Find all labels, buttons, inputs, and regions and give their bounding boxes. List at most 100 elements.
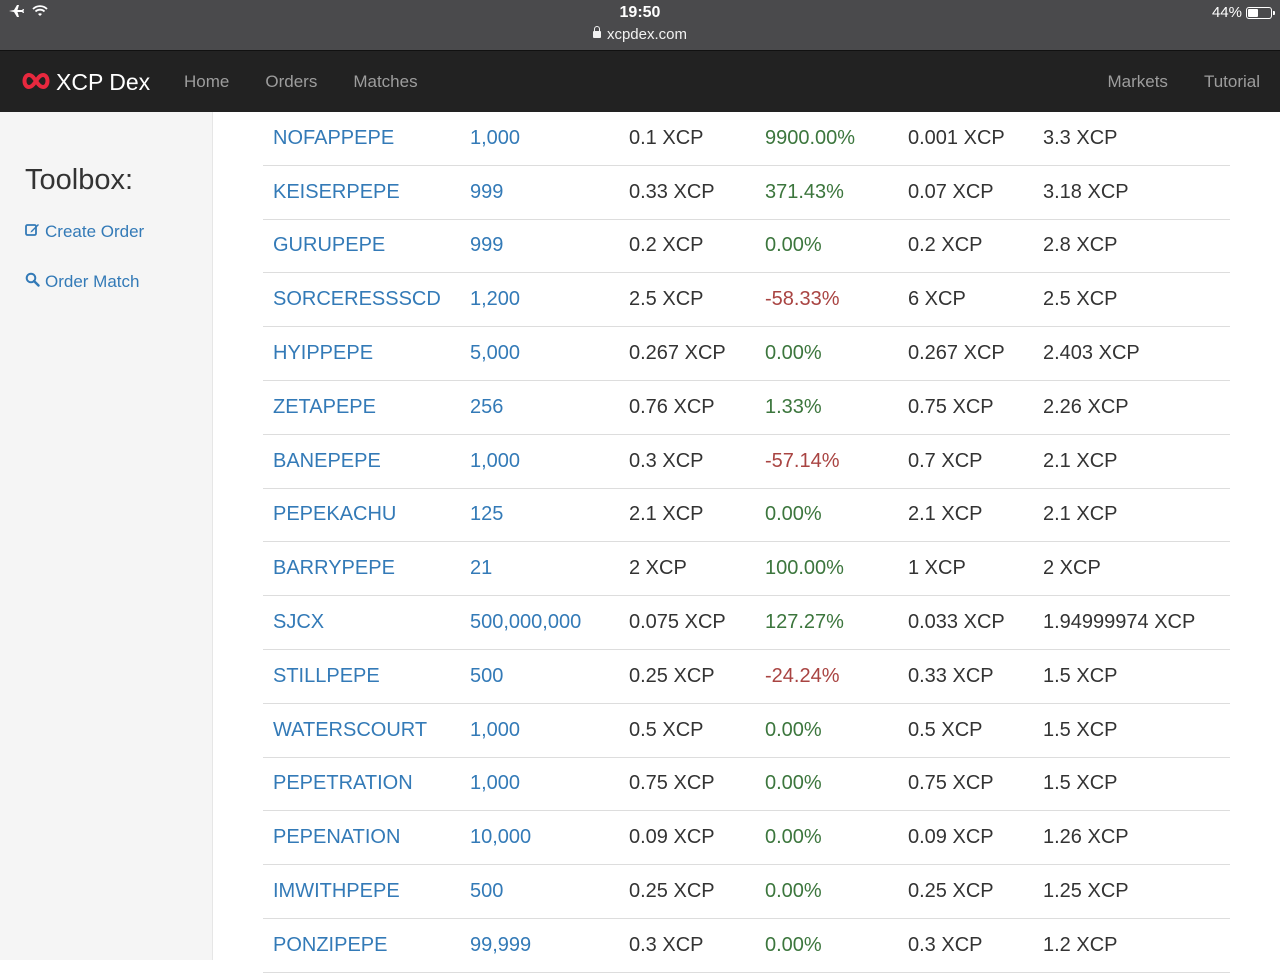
address-bar[interactable]: xcpdex.com	[0, 26, 1280, 43]
nav-markets[interactable]: Markets	[1089, 72, 1185, 92]
asset-name-link[interactable]: BARRYPEPE	[273, 542, 395, 595]
asset-change: 9900.00%	[765, 126, 856, 149]
table-row: PEPETRATION 1,000 0.75 XCP 0.00% 0.75 XCP 1.5…	[263, 758, 1230, 812]
order-match-link[interactable]: Order Match	[25, 272, 139, 292]
asset-market-cap: 2.26 XCP	[1043, 395, 1129, 418]
asset-supply-link[interactable]: 1,000	[470, 435, 520, 488]
market-table: NOFAPPEPE 1,000 0.1 XCP 9900.00% 0.001 XCP 3.…	[263, 112, 1230, 973]
asset-price: 0.09 XCP	[629, 826, 715, 849]
asset-market-cap: 1.2 XCP	[1043, 933, 1118, 956]
asset-change: 371.43%	[765, 180, 844, 203]
asset-prev-price: 0.267 XCP	[908, 342, 1005, 365]
create-order-link[interactable]: Create Order	[25, 222, 144, 242]
asset-name-link[interactable]: PEPENATION	[273, 811, 400, 864]
asset-prev-price: 1 XCP	[908, 557, 966, 580]
asset-name-link[interactable]: SJCX	[273, 596, 324, 649]
nav-matches[interactable]: Matches	[335, 72, 435, 92]
nav-home[interactable]: Home	[166, 72, 247, 92]
table-row: BARRYPEPE 21 2 XCP 100.00% 1 XCP 2 XCP	[263, 542, 1230, 597]
asset-name-link[interactable]: HYIPPEPE	[273, 327, 373, 380]
asset-supply-link[interactable]: 125	[470, 489, 503, 542]
asset-change: 0.00%	[765, 933, 822, 956]
table-row: WATERSCOURT 1,000 0.5 XCP 0.00% 0.5 XCP 1.5 X…	[263, 704, 1230, 758]
asset-change: -57.14%	[765, 449, 840, 472]
asset-name-link[interactable]: ZETAPEPE	[273, 381, 376, 434]
asset-prev-price: 0.033 XCP	[908, 611, 1005, 634]
asset-name-link[interactable]: GURUPEPE	[273, 220, 385, 273]
asset-change: 0.00%	[765, 772, 822, 795]
asset-supply-link[interactable]: 5,000	[470, 327, 520, 380]
battery-icon	[1246, 6, 1275, 19]
asset-price: 0.3 XCP	[629, 933, 704, 956]
create-order-label: Create Order	[45, 222, 145, 241]
asset-market-cap: 2.1 XCP	[1043, 449, 1118, 472]
asset-prev-price: 2.1 XCP	[908, 503, 983, 526]
asset-name-link[interactable]: BANEPEPE	[273, 435, 381, 488]
nav-tutorial[interactable]: Tutorial	[1186, 72, 1278, 92]
url-text: xcpdex.com	[606, 26, 688, 43]
asset-prev-price: 0.5 XCP	[908, 718, 983, 741]
asset-name-link[interactable]: PEPETRATION	[273, 758, 413, 811]
asset-prev-price: 0.2 XCP	[908, 234, 983, 257]
battery-percent: 44%	[1211, 4, 1242, 21]
asset-prev-price: 0.33 XCP	[908, 664, 994, 687]
table-row: PEPENATION 10,000 0.09 XCP 0.00% 0.09 XCP 1.2…	[263, 811, 1230, 866]
asset-price: 2.1 XCP	[629, 503, 704, 526]
asset-supply-link[interactable]: 1,000	[470, 112, 520, 165]
asset-supply-link[interactable]: 1,000	[470, 758, 520, 811]
table-row: ZETAPEPE 256 0.76 XCP 1.33% 0.75 XCP 2.26 XCP	[263, 381, 1230, 435]
asset-supply-link[interactable]: 500,000,000	[470, 596, 581, 649]
asset-price: 0.76 XCP	[629, 395, 715, 418]
lock-icon	[592, 26, 601, 38]
asset-change: 0.00%	[765, 880, 822, 903]
asset-price: 0.5 XCP	[629, 718, 704, 741]
asset-name-link[interactable]: SORCERESSSCD	[273, 273, 441, 326]
asset-price: 2 XCP	[629, 557, 687, 580]
asset-supply-link[interactable]: 99,999	[470, 919, 531, 972]
asset-supply-link[interactable]: 999	[470, 166, 503, 219]
asset-price: 0.2 XCP	[629, 234, 704, 257]
table-row: KEISERPEPE 999 0.33 XCP 371.43% 0.07 XCP 3.18…	[263, 166, 1230, 220]
asset-supply-link[interactable]: 1,000	[470, 704, 520, 757]
asset-name-link[interactable]: PONZIPEPE	[273, 919, 387, 972]
order-match-label: Order Match	[45, 272, 140, 291]
brand-link[interactable]: XCP Dex	[20, 51, 150, 113]
table-row: STILLPEPE 500 0.25 XCP -24.24% 0.33 XCP 1.5 X…	[263, 650, 1230, 704]
asset-market-cap: 1.25 XCP	[1043, 880, 1129, 903]
asset-name-link[interactable]: STILLPEPE	[273, 650, 380, 703]
asset-market-cap: 2.403 XCP	[1043, 342, 1140, 365]
table-row: BANEPEPE 1,000 0.3 XCP -57.14% 0.7 XCP 2.1 XC…	[263, 435, 1230, 489]
asset-market-cap: 1.5 XCP	[1043, 772, 1118, 795]
asset-name-link[interactable]: IMWITHPEPE	[273, 865, 400, 918]
asset-change: 127.27%	[765, 611, 844, 634]
asset-name-link[interactable]: NOFAPPEPE	[273, 112, 394, 165]
table-row: HYIPPEPE 5,000 0.267 XCP 0.00% 0.267 XCP 2.40…	[263, 327, 1230, 381]
asset-prev-price: 0.7 XCP	[908, 449, 983, 472]
asset-supply-link[interactable]: 10,000	[470, 811, 531, 864]
table-row: GURUPEPE 999 0.2 XCP 0.00% 0.2 XCP 2.8 XCP	[263, 220, 1230, 274]
asset-name-link[interactable]: PEPEKACHU	[273, 489, 396, 542]
asset-supply-link[interactable]: 500	[470, 865, 503, 918]
infinity-logo-icon	[20, 69, 52, 96]
asset-supply-link[interactable]: 21	[470, 542, 492, 595]
asset-name-link[interactable]: KEISERPEPE	[273, 166, 400, 219]
asset-change: 0.00%	[765, 234, 822, 257]
asset-supply-link[interactable]: 500	[470, 650, 503, 703]
table-row: SORCERESSSCD 1,200 2.5 XCP -58.33% 6 XCP 2.5 …	[263, 273, 1230, 328]
asset-supply-link[interactable]: 1,200	[470, 273, 520, 326]
toolbox-title: Toolbox:	[25, 164, 134, 196]
asset-supply-link[interactable]: 256	[470, 381, 503, 434]
asset-name-link[interactable]: WATERSCOURT	[273, 704, 427, 757]
nav-right-links: Markets Tutorial	[1089, 51, 1278, 113]
asset-market-cap: 2.5 XCP	[1043, 288, 1118, 311]
status-bar: 19:50 xcpdex.com 44%	[0, 0, 1280, 50]
asset-supply-link[interactable]: 999	[470, 220, 503, 273]
brand-name: XCP Dex	[56, 68, 151, 95]
nav-links: Home Orders Matches	[166, 51, 436, 113]
asset-price: 0.1 XCP	[629, 126, 704, 149]
status-time: 19:50	[619, 4, 661, 21]
asset-prev-price: 0.75 XCP	[908, 395, 994, 418]
asset-prev-price: 0.75 XCP	[908, 772, 994, 795]
asset-price: 0.25 XCP	[629, 664, 715, 687]
nav-orders[interactable]: Orders	[247, 72, 335, 92]
